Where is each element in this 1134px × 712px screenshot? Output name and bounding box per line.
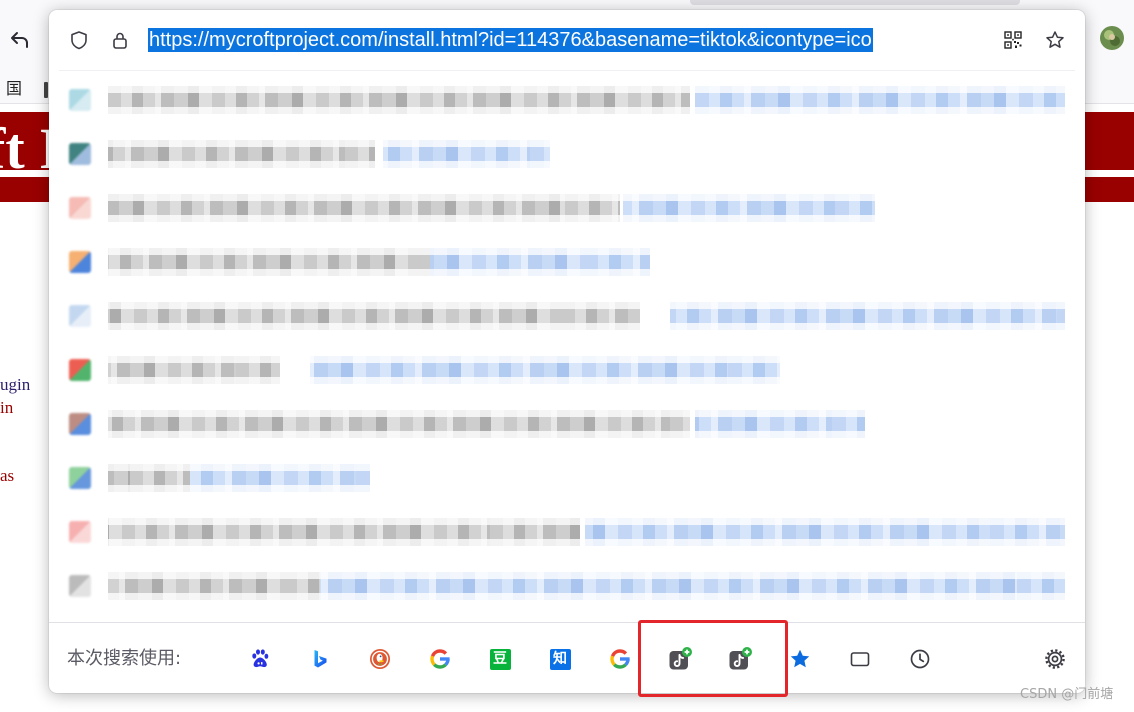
result-url-blurred [320, 572, 1065, 600]
result-row[interactable] [49, 235, 1085, 289]
result-title-blurred [108, 140, 375, 168]
highlight-box [638, 620, 788, 697]
profile-avatar-icon[interactable] [1100, 26, 1124, 50]
url-input[interactable]: https://mycroftproject.com/install.html?… [148, 28, 993, 52]
result-url-blurred [695, 86, 1065, 114]
search-engine-bing-button[interactable] [308, 647, 332, 671]
search-once-label: 本次搜索使用: [67, 648, 182, 669]
search-engine-google-button[interactable] [608, 647, 632, 671]
result-url-blurred [695, 410, 865, 438]
search-engine-douban-button[interactable]: 豆 [488, 647, 512, 671]
result-row[interactable] [49, 343, 1085, 397]
result-favicon [69, 575, 91, 597]
result-favicon [69, 305, 91, 327]
url-text-selected: https://mycroftproject.com/install.html?… [148, 28, 873, 52]
result-title-blurred [108, 518, 580, 546]
result-title-blurred [108, 194, 620, 222]
result-favicon [69, 197, 91, 219]
result-row[interactable] [49, 397, 1085, 451]
google-icon [610, 649, 630, 669]
search-engine-baidu-button[interactable] [248, 647, 272, 671]
qr-code-icon[interactable] [1003, 30, 1023, 50]
shield-icon[interactable] [69, 30, 89, 50]
result-row[interactable] [49, 559, 1085, 613]
result-url-blurred [383, 140, 550, 168]
result-title-blurred [108, 86, 690, 114]
tabs-icon [850, 652, 870, 667]
result-url-blurred [430, 248, 650, 276]
search-engine-duckduckgo-button[interactable] [368, 647, 392, 671]
results-list [49, 73, 1085, 619]
gear-icon [1045, 649, 1065, 669]
divider [59, 70, 1075, 71]
bookmarks-star-icon [790, 649, 810, 668]
result-row[interactable] [49, 73, 1085, 127]
tab-strip-edge [690, 0, 1020, 5]
duckduckgo-icon [370, 649, 390, 669]
result-row[interactable] [49, 451, 1085, 505]
result-url-blurred [623, 194, 875, 222]
result-row[interactable] [49, 505, 1085, 559]
result-favicon [69, 521, 91, 543]
result-title-blurred [108, 572, 320, 600]
result-favicon [69, 413, 91, 435]
bookmark-icon[interactable] [44, 82, 48, 98]
result-title-blurred [108, 302, 640, 330]
result-title-blurred [108, 356, 280, 384]
bing-icon [314, 650, 327, 668]
douban-icon: 豆 [489, 648, 511, 670]
divider [49, 622, 1085, 623]
result-url-blurred [310, 356, 780, 384]
search-engine-zhihu-button[interactable]: 知 [548, 647, 572, 671]
search-settings-button[interactable] [1043, 647, 1067, 671]
page-link-fragment[interactable]: as [0, 466, 14, 486]
zhihu-icon: 知 [549, 648, 571, 670]
result-title-blurred [108, 464, 190, 492]
result-favicon [69, 251, 91, 273]
result-title-blurred [108, 410, 690, 438]
result-favicon [69, 143, 91, 165]
google-icon [430, 649, 450, 669]
result-url-blurred [585, 518, 1065, 546]
search-engine-google-button[interactable] [428, 647, 452, 671]
result-favicon [69, 467, 91, 489]
search-tabs-button[interactable] [848, 647, 872, 671]
result-url-blurred [190, 464, 370, 492]
lock-icon[interactable] [110, 30, 130, 50]
result-favicon [69, 359, 91, 381]
bookmark-item[interactable]: 国 [6, 79, 22, 99]
result-row[interactable] [49, 127, 1085, 181]
search-bookmarks-button[interactable] [788, 647, 812, 671]
back-arrow-icon[interactable] [8, 28, 32, 52]
baidu-icon [252, 649, 269, 668]
result-row[interactable] [49, 289, 1085, 343]
result-favicon [69, 89, 91, 111]
search-history-button[interactable] [908, 647, 932, 671]
history-clock-icon [910, 649, 930, 669]
urlbar-dropdown: https://mycroftproject.com/install.html?… [49, 10, 1085, 693]
result-row[interactable] [49, 181, 1085, 235]
bookmark-star-icon[interactable] [1045, 30, 1065, 50]
result-url-blurred [670, 302, 1065, 330]
watermark: CSDN @门前塘 [1020, 687, 1114, 702]
page-link-fragment[interactable]: in [0, 398, 13, 418]
page-link-fragment[interactable]: ugin [0, 375, 30, 395]
result-title-blurred [108, 248, 430, 276]
